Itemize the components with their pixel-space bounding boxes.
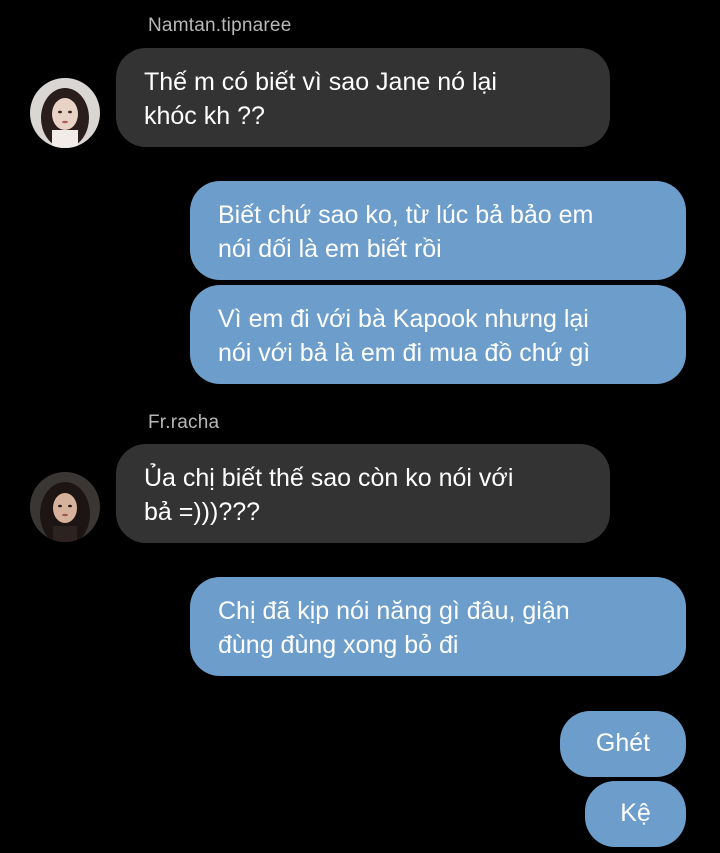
avatar[interactable] (30, 78, 100, 148)
outgoing-message-bubble[interactable]: Vì em đi với bà Kapook nhưng lại nói với… (190, 285, 686, 384)
profile-photo-icon (30, 472, 100, 542)
sender-name: Namtan.tipnaree (148, 15, 292, 36)
outgoing-message-bubble[interactable]: Biết chứ sao ko, từ lúc bả bảo em nói dố… (190, 181, 686, 280)
message-text-line: đùng đùng xong bỏ đi (218, 631, 459, 659)
message-text-line: nói dối là em biết rồi (218, 235, 442, 263)
message-text-line: Thế m có biết vì sao Jane nó lại (144, 68, 497, 96)
profile-photo-icon (30, 78, 100, 148)
message-text-line: Vì em đi với bà Kapook nhưng lại (218, 305, 589, 333)
outgoing-message-bubble[interactable]: Kệ (585, 781, 686, 847)
message-text-line: Chị đã kịp nói năng gì đâu, giận (218, 597, 570, 625)
message-text-line: Ủa chị biết thế sao còn ko nói với (144, 464, 514, 492)
incoming-message-bubble[interactable]: Thế m có biết vì sao Jane nó lại khóc kh… (116, 48, 610, 147)
message-text-line: Ghét (595, 729, 651, 757)
message-text-line: khóc kh ?? (144, 102, 265, 130)
message-text-line: nói với bả là em đi mua đồ chứ gì (218, 339, 591, 367)
message-text-line: Biết chứ sao ko, từ lúc bả bảo em (218, 201, 594, 229)
message-text-line: bả =)))??? (144, 498, 261, 526)
incoming-message-bubble[interactable]: Ủa chị biết thế sao còn ko nói với bả =)… (116, 444, 610, 543)
sender-name: Fr.racha (148, 412, 220, 433)
message-text-line: Kệ (620, 799, 651, 827)
avatar[interactable] (30, 472, 100, 542)
outgoing-message-bubble[interactable]: Ghét (560, 711, 686, 777)
outgoing-message-bubble[interactable]: Chị đã kịp nói năng gì đâu, giận đùng đù… (190, 577, 686, 676)
